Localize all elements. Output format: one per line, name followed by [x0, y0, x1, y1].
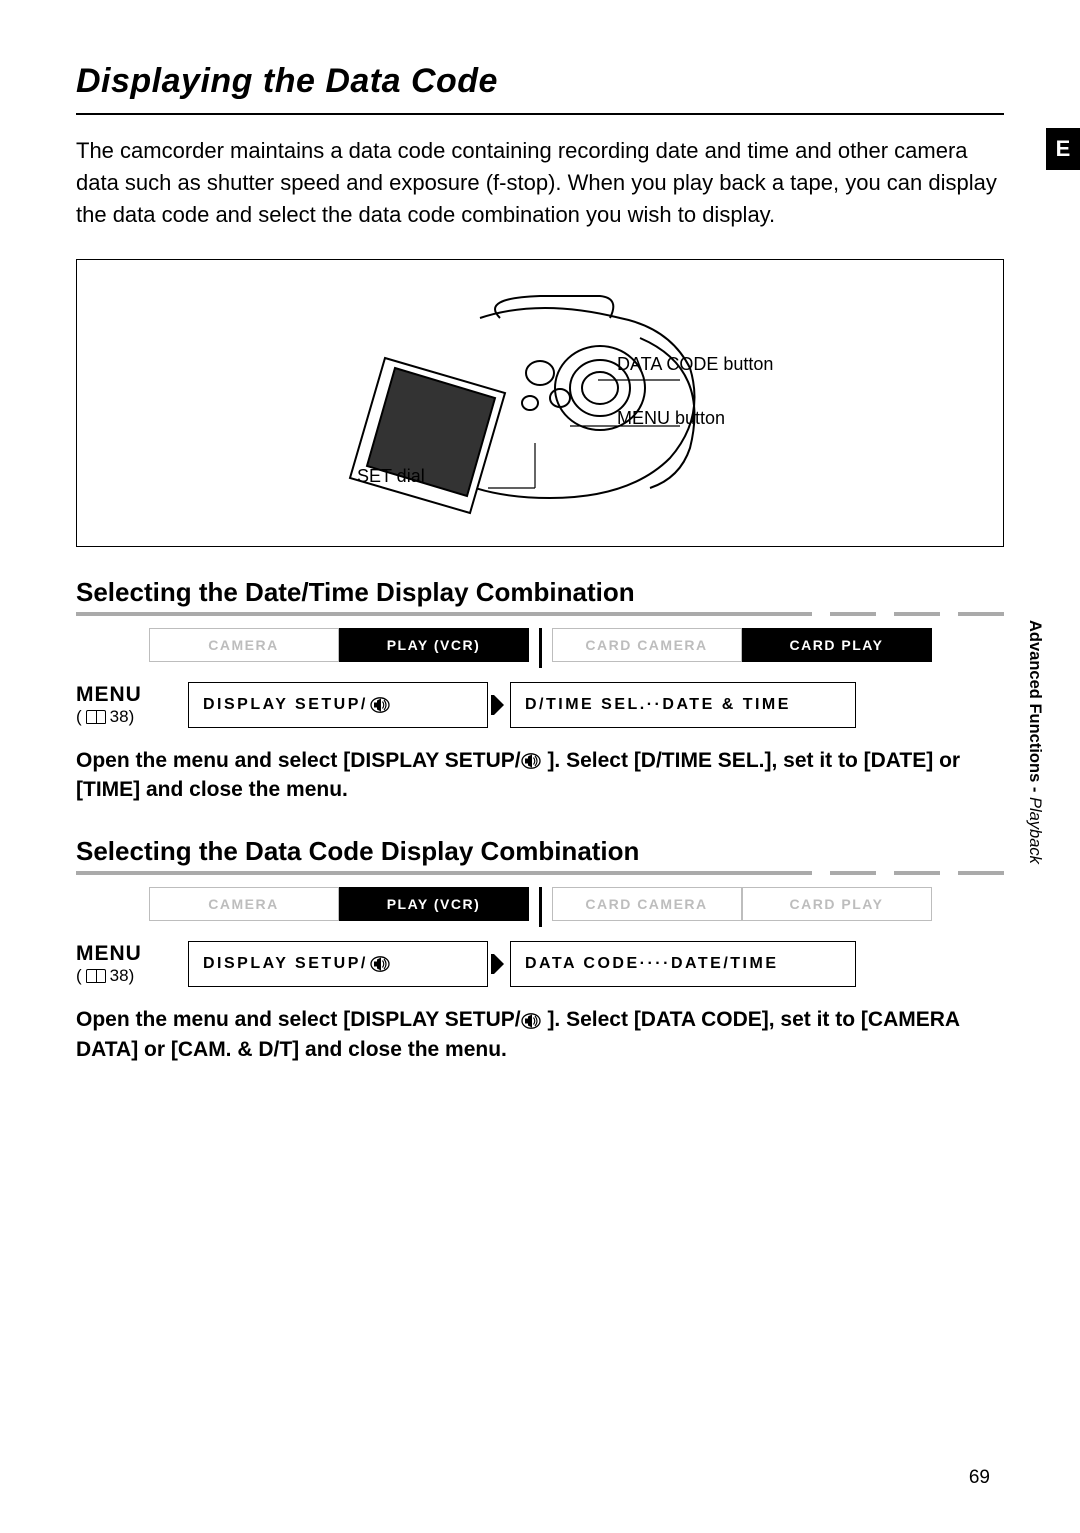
speaker-icon — [370, 697, 391, 713]
intro-paragraph: The camcorder maintains a data code cont… — [76, 135, 1004, 231]
callout-menu: MENU button — [617, 408, 725, 429]
speaker-icon — [370, 956, 391, 972]
mode-card-play: CARD PLAY — [742, 628, 932, 662]
menu-path-left: DISPLAY SETUP/ — [188, 682, 488, 728]
section-underline — [76, 612, 1004, 616]
section-instruction: Open the menu and select [DISPLAY SETUP/… — [76, 746, 1004, 805]
section-instruction: Open the menu and select [DISPLAY SETUP/… — [76, 1005, 1004, 1064]
speaker-icon — [521, 753, 542, 769]
language-tab: E — [1046, 128, 1080, 170]
page-number: 69 — [969, 1467, 990, 1489]
menu-label: MENU — [76, 683, 142, 707]
mode-card-camera: CARD CAMERA — [552, 887, 742, 921]
book-icon — [86, 710, 106, 724]
mode-card-camera: CARD CAMERA — [552, 628, 742, 662]
mode-divider — [539, 887, 542, 927]
menu-path-row: MENU( 38)DISPLAY SETUP/DATA CODE····DATE… — [76, 941, 1004, 987]
mode-divider — [539, 628, 542, 668]
menu-label-block: MENU( 38) — [76, 941, 188, 987]
menu-page-ref: ( 38) — [76, 966, 134, 986]
camcorder-figure: DATA CODE button MENU button SET dial — [76, 259, 1004, 547]
side-section-label: Advanced Functions - Playback — [1024, 620, 1044, 864]
menu-arrow-icon — [488, 682, 510, 728]
menu-label: MENU — [76, 942, 142, 966]
mode-card-play: CARD PLAY — [742, 887, 932, 921]
mode-camera: CAMERA — [149, 887, 339, 921]
menu-path-right: D/TIME SEL.··DATE & TIME — [510, 682, 856, 728]
menu-path-left: DISPLAY SETUP/ — [188, 941, 488, 987]
menu-page-ref: ( 38) — [76, 707, 134, 727]
speaker-icon — [521, 1013, 542, 1029]
mode-camera: CAMERA — [149, 628, 339, 662]
title-rule — [76, 113, 1004, 115]
page-title: Displaying the Data Code — [76, 62, 1004, 101]
menu-arrow-icon — [488, 941, 510, 987]
mode-play-vcr-: PLAY (VCR) — [339, 887, 529, 921]
mode-row: CAMERAPLAY (VCR) CARD CAMERACARD PLAY — [76, 887, 1004, 927]
book-icon — [86, 969, 106, 983]
menu-label-block: MENU( 38) — [76, 682, 188, 728]
callout-setdial: SET dial — [357, 466, 425, 487]
mode-row: CAMERAPLAY (VCR) CARD CAMERACARD PLAY — [76, 628, 1004, 668]
menu-path-row: MENU( 38)DISPLAY SETUP/D/TIME SEL.··DATE… — [76, 682, 1004, 728]
camcorder-illustration — [230, 278, 850, 528]
callout-datacode: DATA CODE button — [617, 354, 773, 375]
section-underline — [76, 871, 1004, 875]
menu-path-right: DATA CODE····DATE/TIME — [510, 941, 856, 987]
section-heading: Selecting the Date/Time Display Combinat… — [76, 577, 1004, 608]
section-heading: Selecting the Data Code Display Combinat… — [76, 836, 1004, 867]
mode-play-vcr-: PLAY (VCR) — [339, 628, 529, 662]
